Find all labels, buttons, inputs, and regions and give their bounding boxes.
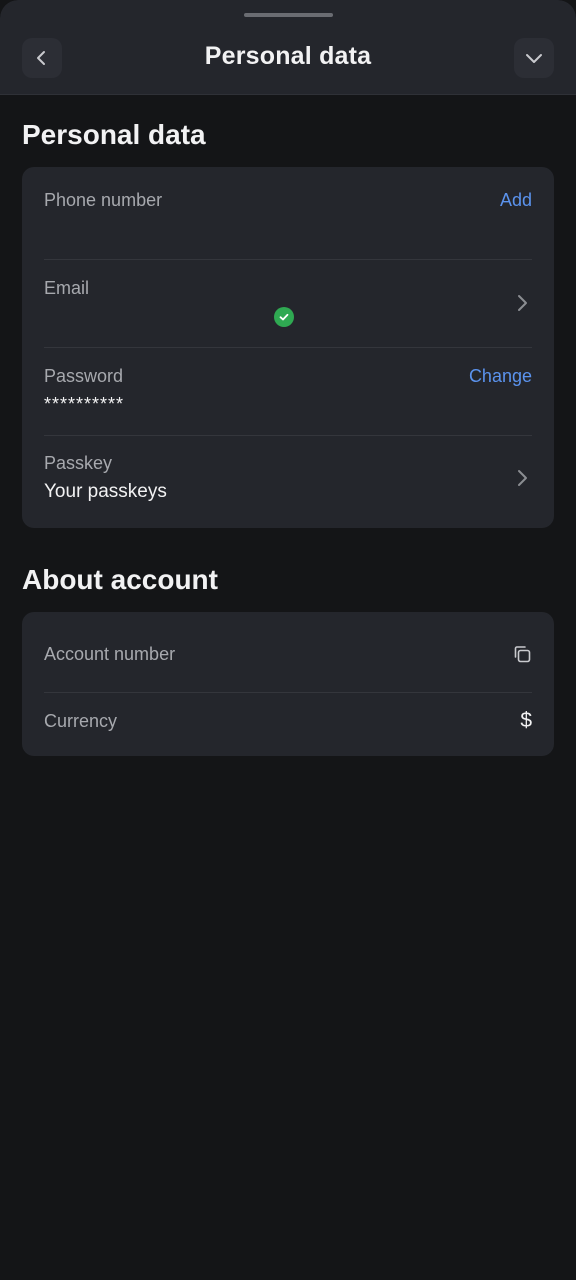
account-number-label: Account number xyxy=(44,644,176,664)
email-row[interactable]: Email xyxy=(44,260,532,347)
sheet-header: Personal data xyxy=(0,0,576,95)
back-button[interactable] xyxy=(22,38,62,78)
account-number-row: Account number xyxy=(44,612,532,692)
collapse-button[interactable] xyxy=(514,38,554,78)
chevron-right-icon xyxy=(518,295,527,311)
about-account-section-title: About account xyxy=(22,564,218,595)
add-phone-button[interactable]: Add xyxy=(500,190,532,211)
passkey-row[interactable]: Passkey Your passkeys xyxy=(44,436,532,528)
personal-data-sheet: Personal data Personal data Phone number… xyxy=(0,0,576,1280)
currency-row: Currency $ xyxy=(44,693,532,756)
password-label: Password xyxy=(44,366,124,386)
drag-handle[interactable] xyxy=(244,13,333,17)
passkey-label: Passkey xyxy=(44,453,113,473)
chevron-down-icon xyxy=(526,54,542,63)
email-label: Email xyxy=(44,278,90,298)
phone-number-label: Phone number xyxy=(44,190,163,210)
password-row: Password ********** Change xyxy=(44,348,532,435)
copy-icon[interactable] xyxy=(512,644,532,664)
passkey-value: Your passkeys xyxy=(44,481,167,502)
currency-value: $ xyxy=(520,709,532,732)
password-value: ********** xyxy=(44,394,125,414)
page-title: Personal data xyxy=(204,42,372,70)
personal-data-section-title: Personal data xyxy=(22,119,206,150)
chevron-right-icon xyxy=(518,470,527,486)
phone-number-row: Phone number Add xyxy=(44,167,532,259)
about-account-card: Account number Currency $ xyxy=(22,612,554,756)
currency-label: Currency xyxy=(44,711,118,731)
chevron-left-icon xyxy=(37,51,45,65)
change-password-button[interactable]: Change xyxy=(469,366,532,387)
check-circle-icon xyxy=(274,307,294,327)
personal-data-card: Phone number Add Email Password ********… xyxy=(22,167,554,528)
